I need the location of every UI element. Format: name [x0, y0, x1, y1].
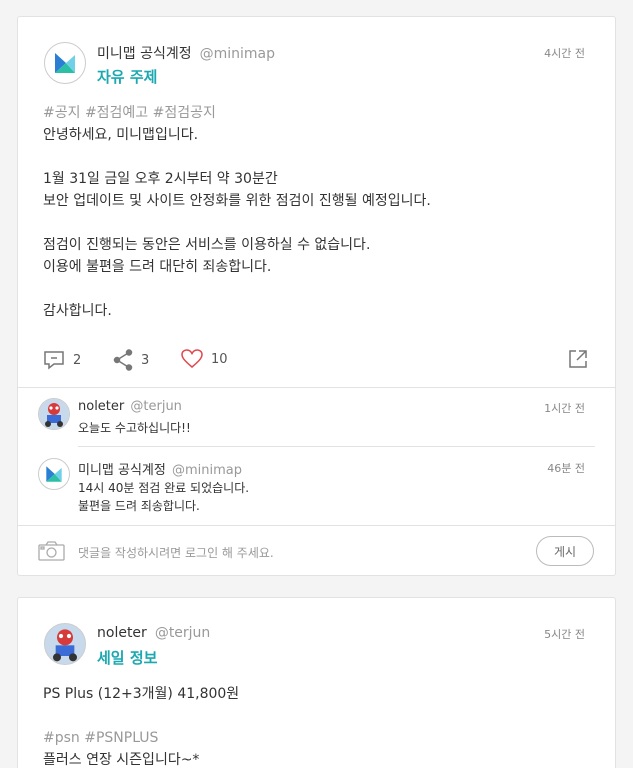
body-line: 점검이 진행되는 동안은 서비스를 이용하실 수 없습니다. — [43, 237, 371, 253]
post-tags[interactable]: #공지 #점검예고 #점검공지 — [43, 102, 431, 124]
minimap-logo-icon[interactable] — [44, 42, 86, 84]
comment-author[interactable]: 미니맵 공식계정 @minimap — [78, 459, 242, 478]
post-actions: 2 3 10 — [43, 349, 588, 375]
body-line: 이용에 불편을 드려 대단히 죄송합니다. — [43, 259, 272, 275]
open-post-button[interactable] — [568, 349, 588, 369]
comment-author-name[interactable]: noleter — [78, 399, 124, 414]
heart-icon — [181, 349, 203, 368]
comment-author-handle[interactable]: @terjun — [130, 399, 182, 414]
comment-body: 14시 40분 점검 완료 되었습니다. 불편을 드려 죄송합니다. — [78, 481, 250, 513]
camera-icon[interactable] — [38, 541, 65, 561]
post-body: PS Plus (12+3개월) 41,800원 #psn #PSNPLUS 플… — [43, 683, 239, 768]
post-body: #공지 #점검예고 #점검공지 안녕하세요, 미니맵입니다. 1월 31일 금일… — [43, 102, 431, 322]
post-topic[interactable]: 세일 정보 — [97, 647, 157, 668]
external-link-icon — [569, 350, 587, 368]
post-comment-button[interactable]: 게시 — [536, 536, 594, 566]
avatar[interactable] — [44, 623, 86, 665]
author-handle[interactable]: @terjun — [155, 625, 211, 641]
body-line: 플러스 연장 시즌입니다~* — [43, 752, 200, 768]
comment-icon — [44, 351, 64, 370]
avatar[interactable] — [38, 398, 70, 430]
minimap-logo-icon[interactable] — [38, 458, 70, 490]
post-author[interactable]: noleter @terjun — [97, 625, 210, 641]
share-button[interactable]: 3 — [113, 349, 149, 371]
divider — [78, 446, 595, 447]
comment-author-handle[interactable]: @minimap — [172, 463, 242, 478]
body-line: 감사합니다. — [43, 303, 112, 319]
post-time: 5시간 전 — [544, 628, 585, 641]
comment-author[interactable]: noleter @terjun — [78, 399, 182, 414]
post-topic[interactable]: 자유 주제 — [97, 66, 157, 87]
author-name[interactable]: noleter — [97, 625, 147, 641]
comment-body: 오늘도 수고하십니다!! — [78, 421, 191, 435]
comment-author-name[interactable]: 미니맵 공식계정 — [78, 463, 166, 478]
like-count: 10 — [211, 351, 228, 367]
post-author[interactable]: 미니맵 공식계정 @minimap — [97, 43, 275, 63]
post-tags[interactable]: #psn #PSNPLUS — [43, 727, 239, 749]
comment-count: 2 — [73, 352, 82, 368]
body-line: 보안 업데이트 및 사이트 안정화를 위한 점검이 진행될 예정입니다. — [43, 193, 431, 209]
comment-time: 46분 전 — [547, 462, 585, 475]
comment-composer: 댓글을 작성하시려면 로그인 해 주세요. 게시 — [18, 526, 615, 576]
post-time: 4시간 전 — [544, 47, 585, 60]
share-icon — [113, 349, 133, 371]
like-button[interactable]: 10 — [181, 349, 228, 369]
body-line: 1월 31일 금일 오후 2시부터 약 30분간 — [43, 171, 278, 187]
author-name[interactable]: 미니맵 공식계정 — [97, 46, 192, 62]
comment-time: 1시간 전 — [544, 402, 585, 415]
comment-input[interactable]: 댓글을 작성하시려면 로그인 해 주세요. — [78, 544, 274, 561]
share-count: 3 — [141, 352, 150, 368]
divider — [18, 387, 615, 388]
post-card: 미니맵 공식계정 @minimap 자유 주제 4시간 전 #공지 #점검예고 #… — [17, 16, 616, 576]
author-handle[interactable]: @minimap — [200, 46, 275, 62]
post-card: noleter @terjun 세일 정보 5시간 전 PS Plus (12+3… — [17, 597, 616, 768]
comment-button[interactable]: 2 — [43, 349, 81, 371]
body-line: PS Plus (12+3개월) 41,800원 — [43, 686, 240, 702]
body-line: 안녕하세요, 미니맵입니다. — [43, 127, 199, 143]
